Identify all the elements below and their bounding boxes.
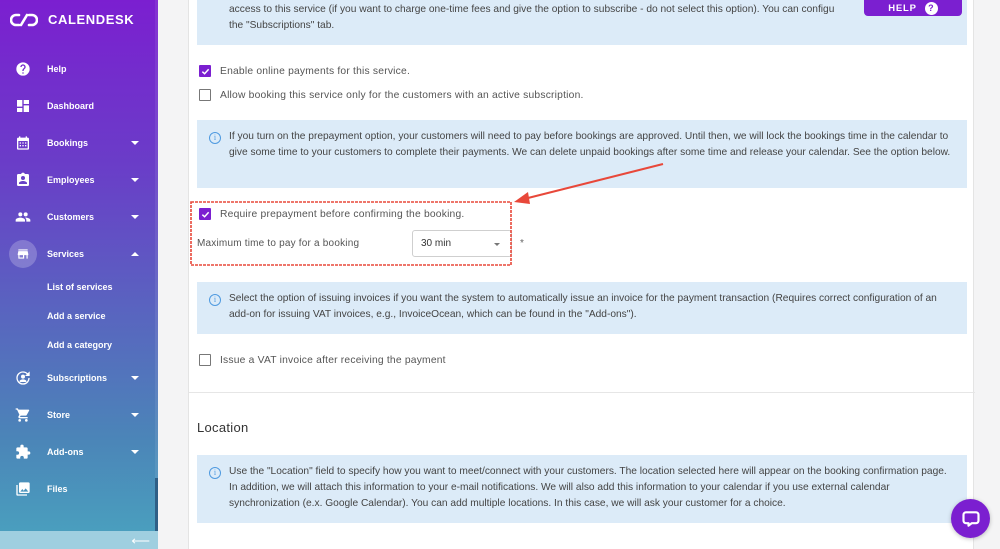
calendar-icon [15,135,31,151]
prepayment-info-box: i If you turn on the prepayment option, … [197,120,967,188]
cart-icon [15,407,31,423]
sidebar-item-label: Bookings [47,137,89,148]
app-name: CALENDESK [48,12,135,27]
require-prepayment-row: Require prepayment before confirming the… [199,208,464,220]
checkmark-icon [201,211,209,218]
sidebar-item-employees[interactable]: Employees [0,161,158,198]
invoice-info-text: Select the option of issuing invoices if… [229,293,937,320]
sidebar: CALENDESK Help Dashboard Bookings Employ… [0,0,158,549]
sidebar-item-label: Employees [47,174,95,185]
sidebar-item-dashboard[interactable]: Dashboard [0,87,158,124]
chevron-down-icon [131,214,139,219]
subscription-info-box: access to this service (if you want to c… [197,0,967,45]
subscription-only-row: Allow booking this service only for the … [199,89,584,101]
sidebar-item-label: Services [47,248,85,259]
sidebar-item-label: Add-ons [47,446,84,457]
invoice-info-box: i Select the option of issuing invoices … [197,282,967,334]
chevron-down-icon [131,140,139,145]
sidebar-item-customers[interactable]: Customers [0,198,158,235]
prepayment-info-text: If you turn on the prepayment option, yo… [229,131,951,158]
chevron-up-icon [131,251,139,256]
help-button[interactable]: HELP ? [864,0,962,16]
chevron-down-icon [131,375,139,380]
chat-bubble-icon [961,510,980,527]
sidebar-item-label: Dashboard [47,100,95,111]
require-prepayment-checkbox[interactable] [199,208,211,220]
sidebar-item-label: Help [47,63,67,74]
require-prepayment-label[interactable]: Require prepayment before confirming the… [220,209,464,220]
main-content: access to this service (if you want to c… [158,0,1000,549]
dashboard-icon [15,98,31,114]
service-form-card: access to this service (if you want to c… [188,0,975,549]
chevron-down-icon [131,449,139,454]
store-icon [9,239,37,268]
arrow-left-icon: ⟵ [131,532,150,548]
sidebar-item-store[interactable]: Store [0,396,158,433]
people-icon [15,209,31,225]
enable-online-payments-label[interactable]: Enable online payments for this service. [220,66,410,77]
sidebar-item-help[interactable]: Help [0,50,158,87]
calendesk-logo-icon [10,13,38,26]
section-divider [189,392,975,393]
enable-online-payments-checkbox[interactable] [199,65,211,77]
sidebar-item-services[interactable]: Services [0,235,158,272]
question-icon: ? [924,1,938,15]
sidebar-subitem-add-a-category[interactable]: Add a category [0,330,158,359]
sidebar-item-label: Files [47,483,68,494]
collapse-sidebar-button[interactable]: ⟵ [0,531,158,549]
sidebar-subitem-list-of-services[interactable]: List of services [0,272,158,301]
max-time-value: 30 min [421,238,452,249]
max-time-select[interactable]: 30 min [412,230,512,257]
issue-vat-checkbox[interactable] [199,354,211,366]
sidebar-item-label: Customers [47,211,95,222]
subscription-icon [15,370,31,386]
info-text-line: access to this service (if you want to c… [229,4,835,15]
checkmark-icon [201,68,209,75]
chevron-down-icon [131,177,139,182]
subscription-only-checkbox[interactable] [199,89,211,101]
location-info-text: Use the "Location" field to specify how … [229,466,947,509]
dropdown-arrow-icon [494,243,500,246]
sidebar-item-bookings[interactable]: Bookings [0,124,158,161]
sidebar-item-label: Store [47,409,71,420]
images-icon [15,481,31,497]
info-text-line: the "Subscriptions" tab. [229,20,335,31]
subscription-only-label[interactable]: Allow booking this service only for the … [220,90,584,101]
info-icon: i [209,132,221,144]
issue-vat-row: Issue a VAT invoice after receiving the … [199,354,446,366]
sidebar-item-files[interactable]: Files [0,470,158,507]
chat-button[interactable] [951,499,990,538]
badge-icon [15,172,31,188]
enable-online-payments-row: Enable online payments for this service. [199,65,410,77]
location-section-title: Location [197,420,249,435]
required-marker: * [520,238,524,249]
info-icon: i [209,294,221,306]
sidebar-nav: Help Dashboard Bookings Employees Custom… [0,50,158,507]
sidebar-item-subscriptions[interactable]: Subscriptions [0,359,158,396]
issue-vat-label[interactable]: Issue a VAT invoice after receiving the … [220,355,446,366]
help-circle-icon [15,61,31,77]
sidebar-item-label: Subscriptions [47,372,108,383]
help-button-label: HELP [888,2,917,14]
sidebar-item-add-ons[interactable]: Add-ons [0,433,158,470]
chevron-down-icon [131,412,139,417]
location-info-box: i Use the "Location" field to specify ho… [197,455,967,523]
max-time-label: Maximum time to pay for a booking [197,238,360,249]
logo[interactable]: CALENDESK [10,12,134,27]
info-icon: i [209,467,221,479]
puzzle-icon [15,444,31,460]
sidebar-subitem-add-a-service[interactable]: Add a service [0,301,158,330]
